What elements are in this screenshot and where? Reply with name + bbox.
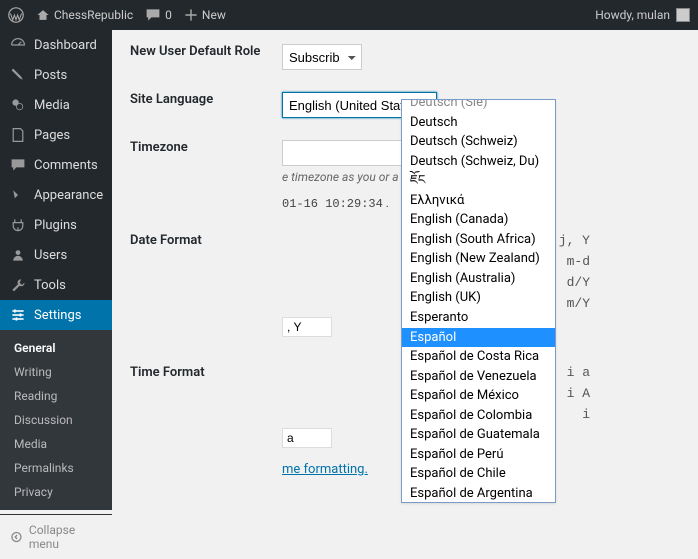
wp-logo[interactable] [8,7,24,23]
submenu-privacy[interactable]: Privacy [0,480,112,504]
doc-formatting-link[interactable]: me formatting. [282,462,368,477]
language-option[interactable]: Deutsch (Schweiz) [402,132,555,152]
sidebar-item-appearance[interactable]: Appearance [0,180,112,210]
account-link[interactable]: Howdy, mulan [595,8,690,22]
sidebar-item-plugins[interactable]: Plugins [0,210,112,240]
users-icon [10,247,26,263]
new-link[interactable]: New [184,8,226,22]
sidebar-item-comments[interactable]: Comments [0,150,112,180]
sidebar-label: Users [34,248,67,263]
collapse-label: Collapse menu [29,523,102,551]
language-option[interactable]: Español de Guatemala [402,425,555,445]
role-select[interactable]: Subscriber [282,44,362,70]
sidebar-item-posts[interactable]: Posts [0,60,112,90]
language-option[interactable]: English (South Africa) [402,230,555,250]
language-option[interactable]: Español de Venezuela [402,367,555,387]
sidebar-label: Dashboard [34,38,97,53]
plugins-icon [10,217,26,233]
sidebar-item-settings[interactable]: Settings [0,300,112,330]
posts-icon [10,67,26,83]
media-icon [10,97,26,113]
howdy-text: Howdy, mulan [595,8,670,22]
admin-toolbar: ChessRepublic 0 New Howdy, mulan [0,0,698,30]
sidebar-label: Plugins [34,218,77,233]
language-option[interactable]: Esperanto [402,308,555,328]
sidebar-label: Media [34,98,70,113]
submenu-writing[interactable]: Writing [0,360,112,384]
sidebar-item-users[interactable]: Users [0,240,112,270]
time-custom-input[interactable] [282,428,332,448]
language-option[interactable]: English (UK) [402,288,555,308]
pages-icon [10,127,26,143]
submenu-media[interactable]: Media [0,432,112,456]
language-dropdown[interactable]: Deutsch (Sie)DeutschDeutsch (Schweiz)Deu… [401,99,556,503]
submenu-reading[interactable]: Reading [0,384,112,408]
language-option[interactable]: Español de Chile [402,464,555,484]
settings-icon [10,307,26,323]
submenu-general[interactable]: General [0,336,112,360]
language-option[interactable]: Español de México [402,386,555,406]
date-format-label: Date Format [130,233,282,248]
comments-icon [10,157,26,173]
language-option[interactable]: Deutsch [402,113,555,133]
tz-label: Timezone [130,140,282,155]
admin-sidebar: Dashboard Posts Media Pages Comments App… [0,30,112,510]
language-option[interactable]: Español de Argentina [402,484,555,503]
language-option[interactable]: Español de Perú [402,445,555,465]
language-option[interactable]: Español de Colombia [402,406,555,426]
lang-label: Site Language [130,92,282,107]
language-option[interactable]: ཇོང [402,171,555,191]
new-label: New [202,8,226,22]
language-option[interactable]: Español de Costa Rica [402,347,555,367]
sidebar-item-media[interactable]: Media [0,90,112,120]
language-option[interactable]: Deutsch (Schweiz, Du) [402,152,555,172]
collapse-icon [10,530,23,544]
language-option[interactable]: English (Canada) [402,210,555,230]
sidebar-label: Pages [34,128,70,143]
sidebar-label: Appearance [34,188,103,203]
sidebar-label: Posts [34,68,67,83]
role-label: New User Default Role [130,44,282,59]
language-option[interactable]: Deutsch (Sie) [402,99,555,113]
settings-submenu: General Writing Reading Discussion Media… [0,330,112,510]
language-option[interactable]: English (Australia) [402,269,555,289]
language-option[interactable]: English (New Zealand) [402,249,555,269]
content-area: New User Default Role Subscriber Site La… [112,30,698,510]
avatar-icon [676,8,690,22]
comments-count: 0 [165,8,172,22]
time-format-label: Time Format [130,365,282,380]
site-link[interactable]: ChessRepublic [36,8,133,22]
language-option[interactable]: Ελληνικά [402,191,555,211]
date-custom-input[interactable] [282,317,332,337]
sidebar-item-dashboard[interactable]: Dashboard [0,30,112,60]
sidebar-label: Tools [34,278,66,293]
sidebar-item-tools[interactable]: Tools [0,270,112,300]
comments-link[interactable]: 0 [145,7,172,23]
language-option[interactable]: Español [402,328,555,348]
site-name: ChessRepublic [54,8,133,22]
sidebar-item-pages[interactable]: Pages [0,120,112,150]
appearance-icon [10,187,26,203]
sidebar-label: Settings [34,308,81,323]
dashboard-icon [10,37,26,53]
submenu-discussion[interactable]: Discussion [0,408,112,432]
collapse-menu[interactable]: Collapse menu [0,514,112,559]
sidebar-label: Comments [34,158,98,173]
submenu-permalinks[interactable]: Permalinks [0,456,112,480]
tools-icon [10,277,26,293]
